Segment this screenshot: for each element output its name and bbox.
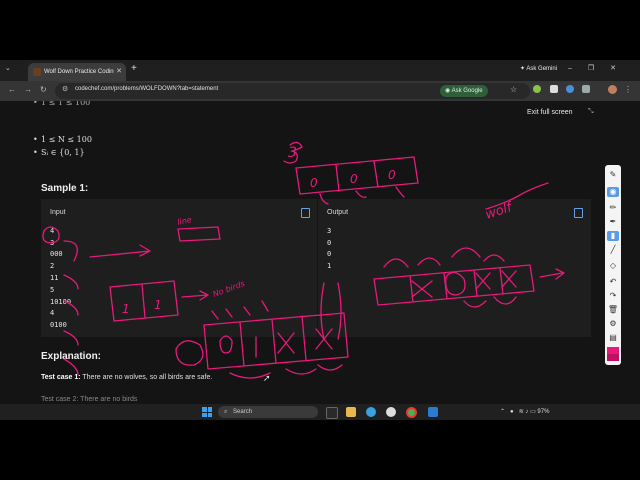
annotation-zero	[219, 335, 233, 354]
annotation-arrow	[539, 268, 565, 280]
annotation-arrows-bottom	[229, 364, 343, 379]
tab-search-chevron-icon[interactable]: ⌄	[5, 64, 11, 72]
windows-taskbar: ⌕ Search ⌃ ● ≋ ♪ ▭ 97%	[0, 404, 640, 420]
file-explorer-icon[interactable]	[346, 407, 356, 417]
app-icon[interactable]	[386, 407, 396, 417]
vscode-icon[interactable]	[428, 407, 438, 417]
annotation-circle	[42, 226, 60, 244]
search-placeholder: Search	[233, 409, 253, 415]
new-tab-button[interactable]: +	[131, 63, 137, 74]
annotation-cell: 0	[310, 176, 318, 190]
window-controls[interactable]: –❐✕	[568, 64, 632, 72]
extension-icon[interactable]	[533, 85, 541, 93]
annotation-arrow	[89, 244, 151, 258]
ask-gemini-button[interactable]: ✦ Ask Gemini	[520, 65, 557, 72]
annotation-arcs-low	[463, 296, 517, 308]
mic-icon[interactable]: ●	[510, 409, 514, 415]
annotation-boxes-output	[373, 264, 535, 306]
annotation-arrow	[181, 290, 209, 301]
browser-tab[interactable]: Wolf Down Practice Coding Pro ✕	[28, 63, 126, 81]
close-tab-icon[interactable]: ✕	[116, 63, 122, 81]
back-arrow-icon[interactable]: ←	[8, 85, 16, 94]
search-icon: ⌕	[224, 409, 228, 415]
pen-tool-icon[interactable]: ✎	[607, 170, 619, 180]
chevron-up-icon[interactable]: ⌃	[500, 409, 505, 415]
profile-avatar[interactable]	[608, 85, 617, 94]
annotation-box	[177, 226, 221, 242]
address-bar[interactable]: ⚙ codechef.com/problems/WOLFDOWN?tab=sta…	[55, 83, 530, 99]
annotation-no-birds: No birds	[212, 279, 246, 299]
eraser-icon[interactable]: ◇	[607, 261, 619, 271]
annotation-arrows	[319, 186, 405, 205]
annotation-line: line	[177, 215, 193, 227]
ask-google-label: Ask Google	[451, 88, 483, 94]
pencil-icon[interactable]: ✏	[607, 203, 619, 213]
annotation-cell: 0	[388, 168, 396, 182]
ask-google-button[interactable]: ◉ Ask Google	[440, 85, 488, 97]
undo-icon[interactable]: ↶	[607, 277, 619, 287]
annotation-cell: 1	[154, 298, 162, 312]
marker-icon[interactable]: ✒	[607, 217, 619, 227]
annotation-bracket	[63, 274, 79, 376]
screen-frame: ⌄ Wolf Down Practice Coding Pro ✕ + ✦ As…	[0, 60, 640, 420]
pen-annotation-layer: wolf No birds line 1 1 0 0 0 3	[42, 141, 565, 379]
eye-icon[interactable]: ◉	[607, 187, 619, 197]
annotation-bracket	[63, 240, 78, 262]
ask-gemini-label: Ask Gemini	[526, 66, 558, 72]
taskbar-search[interactable]: ⌕ Search	[218, 406, 318, 418]
address-toolbar: ← → ↻ ⚙ codechef.com/problems/WOLFDOWN?t…	[0, 81, 640, 101]
battery-percent: 97%	[537, 409, 550, 415]
annotation-boxes-11	[109, 280, 179, 322]
line-icon[interactable]: ╱	[607, 245, 619, 255]
site-info-icon[interactable]: ⚙	[62, 85, 68, 93]
google-lens-icon: ◉	[445, 88, 452, 94]
annotation-circle	[175, 340, 204, 366]
annotation-ticks	[211, 300, 269, 320]
windows-start-icon[interactable]	[202, 407, 212, 417]
annotation-cell: 0	[350, 172, 358, 186]
annotation-three: 3	[288, 145, 297, 161]
url-text[interactable]: codechef.com/problems/WOLFDOWN?tab=state…	[75, 86, 218, 92]
annotation-circle	[445, 271, 466, 296]
codechef-favicon-icon	[33, 68, 41, 76]
trash-icon[interactable]: 🗑	[607, 305, 619, 315]
wifi-icon[interactable]: ≋	[519, 409, 524, 415]
chrome-icon[interactable]	[406, 407, 417, 418]
volume-icon[interactable]: ♪	[525, 409, 528, 415]
battery-icon[interactable]: ▭	[530, 409, 536, 415]
highlighter-icon[interactable]: ▮	[607, 231, 619, 241]
tab-title: Wolf Down Practice Coding Pro	[44, 69, 114, 75]
bookmark-star-icon[interactable]: ☆	[510, 85, 517, 94]
annotation-arcs	[383, 247, 505, 268]
annotation-wolf: wolf	[484, 200, 516, 223]
system-tray[interactable]: ⌃ ● ≋ ♪ ▭ 97%	[500, 408, 549, 415]
browser-menu-icon[interactable]: ⋮	[624, 85, 632, 94]
annotation-toolbar: ✎ ◉ ✏ ✒ ▮ ╱ ◇ ↶ ↷ 🗑 ⚙ ▤	[605, 165, 621, 365]
mouse-cursor-icon: ➚	[263, 373, 271, 383]
edge-browser-icon[interactable]	[366, 407, 376, 417]
task-view-icon[interactable]	[326, 407, 338, 419]
reload-icon[interactable]: ↻	[40, 85, 47, 94]
forward-arrow-icon[interactable]: →	[24, 85, 32, 94]
annotation-cell: 1	[122, 302, 130, 316]
problem-page: Exit full screen ⤡ • 1 ≤ T ≤ 100 • 1 ≤ N ≤…	[0, 101, 640, 404]
color-swatch[interactable]	[607, 347, 619, 361]
settings-icon[interactable]: ⚙	[607, 319, 619, 329]
extension-icon[interactable]	[550, 85, 558, 93]
extension-icon[interactable]	[566, 85, 574, 93]
clipboard-icon[interactable]: ▤	[607, 333, 619, 343]
tab-bar: ⌄ Wolf Down Practice Coding Pro ✕ + ✦ As…	[0, 60, 640, 81]
extensions-puzzle-icon[interactable]	[582, 85, 590, 93]
redo-icon[interactable]: ↷	[607, 291, 619, 301]
